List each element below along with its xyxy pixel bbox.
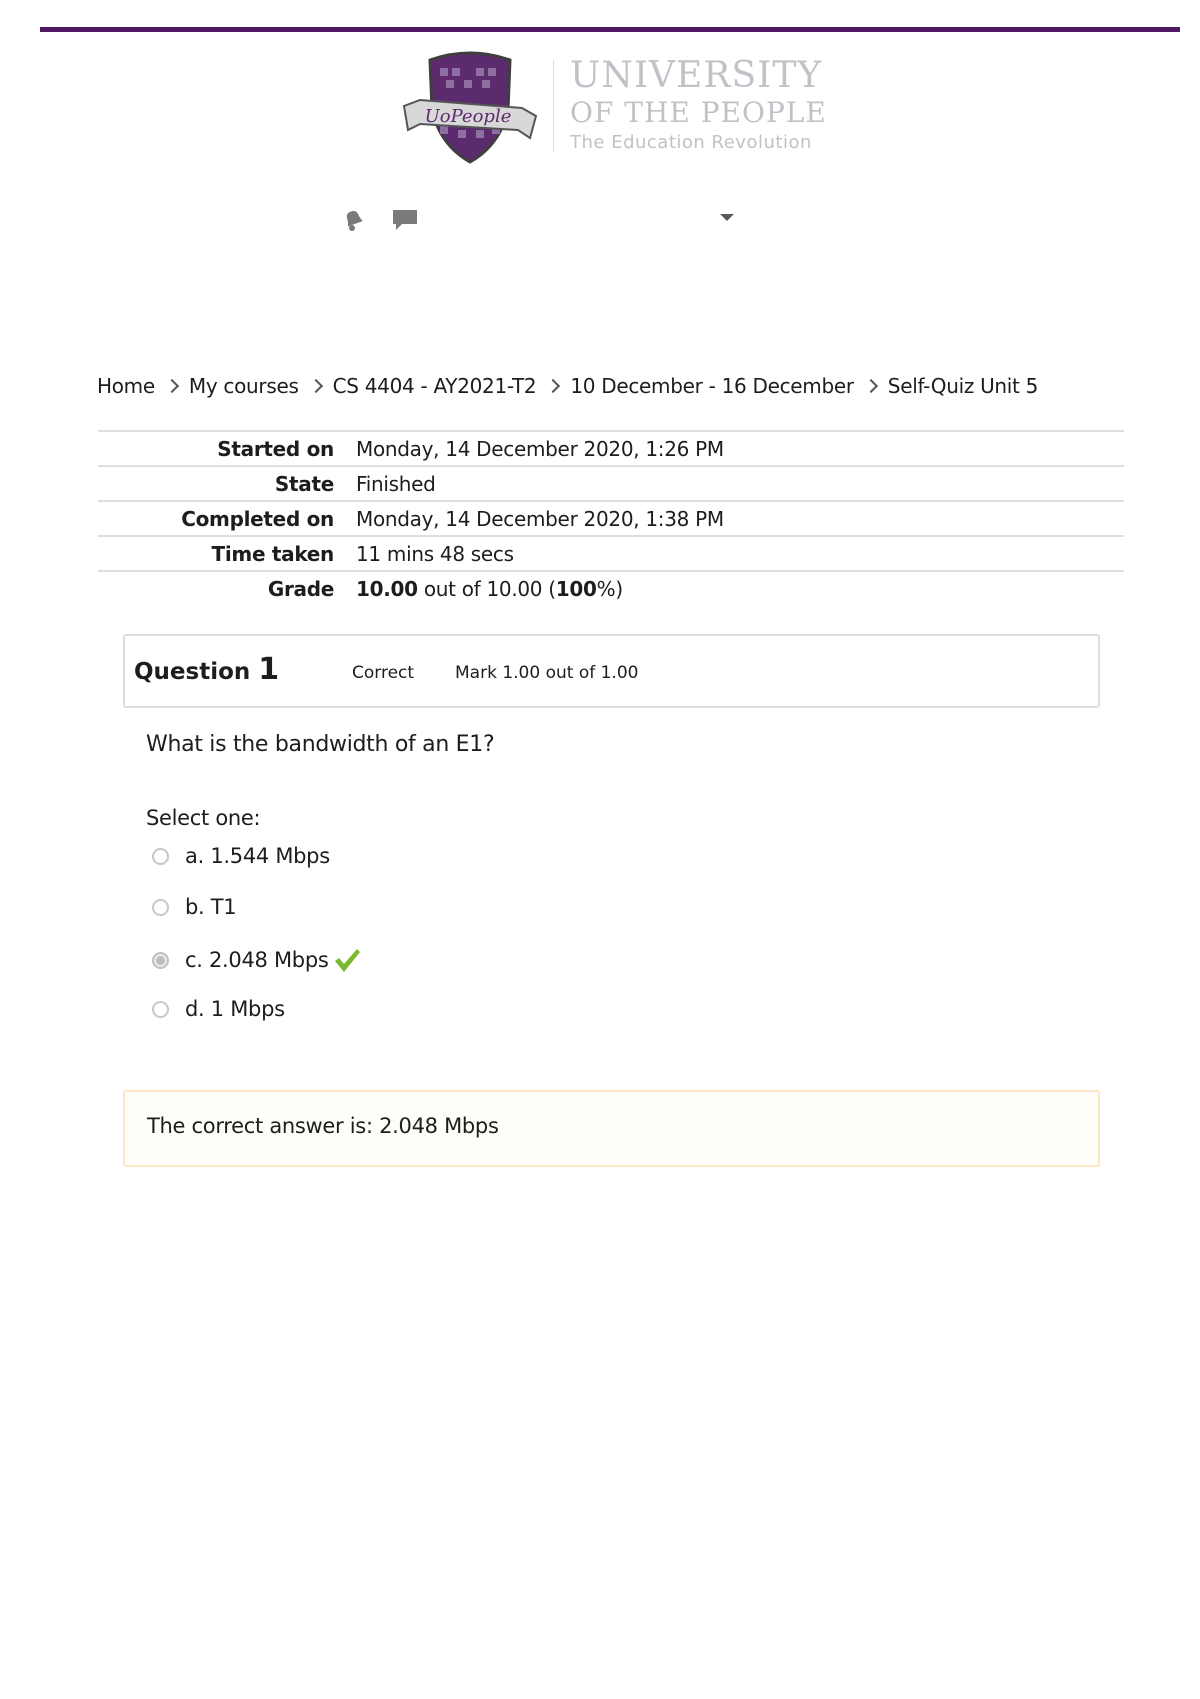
chevron-right-icon bbox=[548, 378, 558, 394]
select-one-prompt: Select one: bbox=[146, 806, 261, 830]
summary-row-time: Time taken 11 mins 48 secs bbox=[98, 537, 1124, 572]
breadcrumb-course[interactable]: CS 4404 - AY2021-T2 bbox=[333, 374, 537, 398]
answer-option-c[interactable]: c. 2.048 Mbps bbox=[152, 946, 361, 974]
breadcrumb-my-courses[interactable]: My courses bbox=[189, 374, 299, 398]
answer-option-label: a. 1.544 Mbps bbox=[185, 844, 330, 868]
answer-option-label: c. 2.048 Mbps bbox=[185, 948, 329, 972]
chat-icon[interactable] bbox=[392, 208, 418, 232]
logo-line-of-the-people: OF THE PEOPLE bbox=[570, 96, 827, 129]
summary-row-completed: Completed on Monday, 14 December 2020, 1… bbox=[98, 502, 1124, 537]
attempt-summary-table: Started on Monday, 14 December 2020, 1:2… bbox=[98, 430, 1124, 605]
grade-label: Grade bbox=[267, 576, 334, 601]
question-mark: Mark 1.00 out of 1.00 bbox=[455, 663, 639, 683]
question-text: What is the bandwidth of an E1? bbox=[146, 732, 495, 757]
check-icon bbox=[334, 949, 360, 972]
logo-line-university: UNIVERSITY bbox=[570, 55, 823, 96]
breadcrumb-week[interactable]: 10 December - 16 December bbox=[570, 374, 854, 398]
grade-out-of: out of 10.00 ( bbox=[417, 576, 556, 601]
radio-button[interactable] bbox=[152, 847, 169, 865]
logo-wordmark: UNIVERSITY OF THE PEOPLE The Education R… bbox=[570, 56, 827, 156]
breadcrumb: Home My courses CS 4404 - AY2021-T2 10 D… bbox=[97, 374, 1038, 398]
breadcrumb-home[interactable]: Home bbox=[97, 374, 155, 398]
grade-percent: 100 bbox=[555, 576, 597, 601]
svg-text:UoPeople: UoPeople bbox=[425, 106, 512, 127]
question-title: Question 1 bbox=[134, 652, 279, 687]
completed-value: Monday, 14 December 2020, 1:38 PM bbox=[356, 506, 724, 531]
question-number: 1 bbox=[258, 652, 280, 687]
summary-row-state: State Finished bbox=[98, 467, 1124, 502]
logo-divider bbox=[553, 60, 554, 152]
state-label: State bbox=[274, 471, 334, 496]
grade-suffix: %) bbox=[596, 576, 624, 601]
radio-button[interactable] bbox=[152, 898, 169, 916]
site-logo[interactable]: UoPeople UNIVERSITY OF THE PEOPLE The Ed… bbox=[400, 50, 830, 166]
question-label: Question bbox=[134, 659, 251, 685]
caret-down-icon[interactable] bbox=[720, 214, 734, 221]
question-info-box: Question 1 Correct Mark 1.00 out of 1.00 bbox=[123, 634, 1100, 708]
answer-option-a[interactable]: a. 1.544 Mbps bbox=[152, 844, 330, 868]
summary-row-started: Started on Monday, 14 December 2020, 1:2… bbox=[98, 432, 1124, 467]
answer-option-label: d. 1 Mbps bbox=[185, 997, 285, 1021]
chevron-right-icon bbox=[866, 378, 876, 394]
started-value: Monday, 14 December 2020, 1:26 PM bbox=[356, 436, 724, 461]
question-state: Correct bbox=[352, 663, 415, 683]
chevron-right-icon bbox=[167, 378, 177, 394]
started-label: Started on bbox=[217, 436, 334, 461]
correct-answer-feedback: The correct answer is: 2.048 Mbps bbox=[123, 1090, 1100, 1167]
logo-tagline: The Education Revolution bbox=[570, 132, 812, 153]
answer-option-label: b. T1 bbox=[185, 895, 237, 919]
uopeople-shield-logo: UoPeople bbox=[402, 51, 538, 164]
time-taken-value: 11 mins 48 secs bbox=[356, 541, 514, 566]
breadcrumb-quiz[interactable]: Self-Quiz Unit 5 bbox=[888, 374, 1039, 398]
chevron-right-icon bbox=[311, 378, 321, 394]
state-value: Finished bbox=[356, 471, 436, 496]
answer-option-d[interactable]: d. 1 Mbps bbox=[152, 997, 285, 1021]
top-accent-bar bbox=[40, 27, 1180, 32]
radio-button-selected[interactable] bbox=[152, 951, 169, 969]
grade-score: 10.00 bbox=[356, 576, 418, 601]
answer-option-b[interactable]: b. T1 bbox=[152, 895, 237, 919]
summary-row-grade: Grade 10.00 out of 10.00 (100%) bbox=[98, 572, 1124, 605]
bell-icon[interactable] bbox=[342, 208, 366, 232]
correct-answer-text: The correct answer is: 2.048 Mbps bbox=[147, 1114, 499, 1138]
radio-button[interactable] bbox=[152, 1000, 169, 1018]
time-taken-label: Time taken bbox=[211, 541, 335, 566]
grade-value: 10.00 out of 10.00 (100%) bbox=[354, 577, 623, 601]
completed-label: Completed on bbox=[181, 506, 334, 531]
